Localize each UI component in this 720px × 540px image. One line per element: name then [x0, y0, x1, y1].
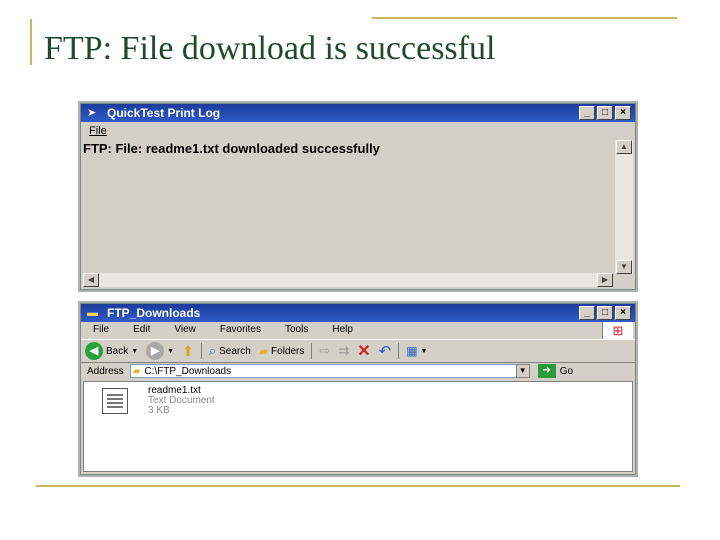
views-icon: ▦: [406, 344, 418, 358]
address-input[interactable]: ▰ C:\FTP_Downloads: [129, 364, 530, 378]
address-bar: Address ▰ C:\FTP_Downloads ▼ ➜ Go: [81, 362, 635, 380]
explorer-titlebar[interactable]: ▬ FTP_Downloads _ □ ×: [81, 304, 635, 322]
menu-favorites[interactable]: Favorites: [208, 322, 273, 338]
search-button[interactable]: ⌕ Search: [205, 343, 255, 359]
move-to-button[interactable]: ⇨: [315, 343, 334, 359]
menu-file[interactable]: File: [81, 322, 121, 338]
forward-arrow-icon: ▶: [146, 342, 165, 360]
toolbar-separator: [200, 343, 202, 359]
close-button[interactable]: ×: [615, 306, 631, 320]
menu-view[interactable]: View: [162, 322, 208, 338]
windows-logo-icon: ⊞: [602, 322, 633, 340]
search-icon: ⌕: [208, 343, 217, 358]
menu-bar: File Edit View Favorites Tools Help: [81, 322, 601, 338]
menu-help[interactable]: Help: [320, 322, 365, 338]
vertical-scrollbar[interactable]: ▲ ▼: [615, 140, 633, 274]
chevron-down-icon: ▼: [131, 347, 139, 355]
copy-to-button[interactable]: ⇉: [334, 343, 353, 359]
menu-tools[interactable]: Tools: [273, 322, 320, 338]
app-icon: ➤: [87, 107, 97, 119]
folders-icon: ▰: [258, 344, 269, 358]
back-arrow-icon: ◀: [85, 342, 103, 360]
log-window-titlebar[interactable]: ➤ QuickTest Print Log _ □ ×: [81, 104, 635, 122]
log-message: FTP: File: readme1.txt downloaded succes…: [83, 141, 380, 156]
back-button[interactable]: ◀ Back ▼: [81, 342, 142, 360]
address-dropdown-icon[interactable]: ▼: [515, 364, 530, 378]
scroll-up-icon[interactable]: ▲: [616, 140, 632, 154]
folders-button[interactable]: ▰ Folders: [255, 344, 309, 358]
go-button[interactable]: ➜ Go: [537, 364, 573, 378]
delete-button[interactable]: ✕: [353, 341, 374, 361]
horizontal-scrollbar[interactable]: ◀ ▶: [83, 273, 613, 287]
copy-to-icon: ⇉: [338, 343, 350, 358]
decorative-bottom-line: [36, 485, 680, 487]
views-button[interactable]: ▦ ▼: [402, 344, 431, 358]
chevron-down-icon: ▼: [420, 347, 428, 355]
toolbar-separator: [311, 343, 313, 359]
file-list-area: readme1.txt Text Document 3 KB: [83, 381, 633, 472]
maximize-button[interactable]: □: [597, 306, 613, 320]
explorer-window: ▬ FTP_Downloads _ □ × File Edit View Fav…: [80, 303, 636, 475]
toolbar: ◀ Back ▼ ▶ ▼ ⬆ ⌕ Search ▰ Folders ⇨ ⇉ ✕ …: [81, 339, 635, 363]
toolbar-separator: [398, 343, 400, 359]
close-button[interactable]: ×: [615, 106, 631, 120]
text-document-icon: [102, 388, 128, 414]
scroll-down-icon[interactable]: ▼: [616, 260, 632, 274]
up-folder-icon: ⬆: [182, 342, 194, 359]
scroll-left-icon[interactable]: ◀: [83, 273, 99, 287]
address-label: Address: [87, 365, 124, 377]
undo-icon: ↶: [378, 343, 392, 360]
scroll-right-icon[interactable]: ▶: [597, 273, 613, 287]
decorative-left-line: [30, 19, 32, 65]
up-folder-button[interactable]: ⬆: [178, 343, 198, 360]
move-to-icon: ⇨: [319, 343, 331, 358]
decorative-top-line: [372, 17, 677, 19]
forward-button[interactable]: ▶ ▼: [142, 342, 178, 360]
slide-title: FTP: File download is successful: [44, 30, 496, 67]
log-window-title: QuickTest Print Log: [107, 106, 221, 120]
menu-edit[interactable]: Edit: [121, 322, 162, 338]
maximize-button[interactable]: □: [597, 106, 613, 120]
undo-button[interactable]: ↶: [375, 342, 396, 360]
explorer-title: FTP_Downloads: [107, 306, 201, 320]
delete-icon: ✕: [357, 343, 371, 360]
minimize-button[interactable]: _: [579, 306, 595, 320]
menu-file[interactable]: File: [89, 125, 107, 137]
folder-icon: ▬: [87, 307, 98, 319]
go-arrow-icon: ➜: [537, 364, 556, 378]
minimize-button[interactable]: _: [579, 106, 595, 120]
log-window: ➤ QuickTest Print Log _ □ × File FTP: Fi…: [80, 103, 636, 290]
file-size: 3 KB: [148, 405, 170, 416]
chevron-down-icon: ▼: [167, 347, 175, 355]
folder-icon: ▰: [132, 365, 141, 377]
